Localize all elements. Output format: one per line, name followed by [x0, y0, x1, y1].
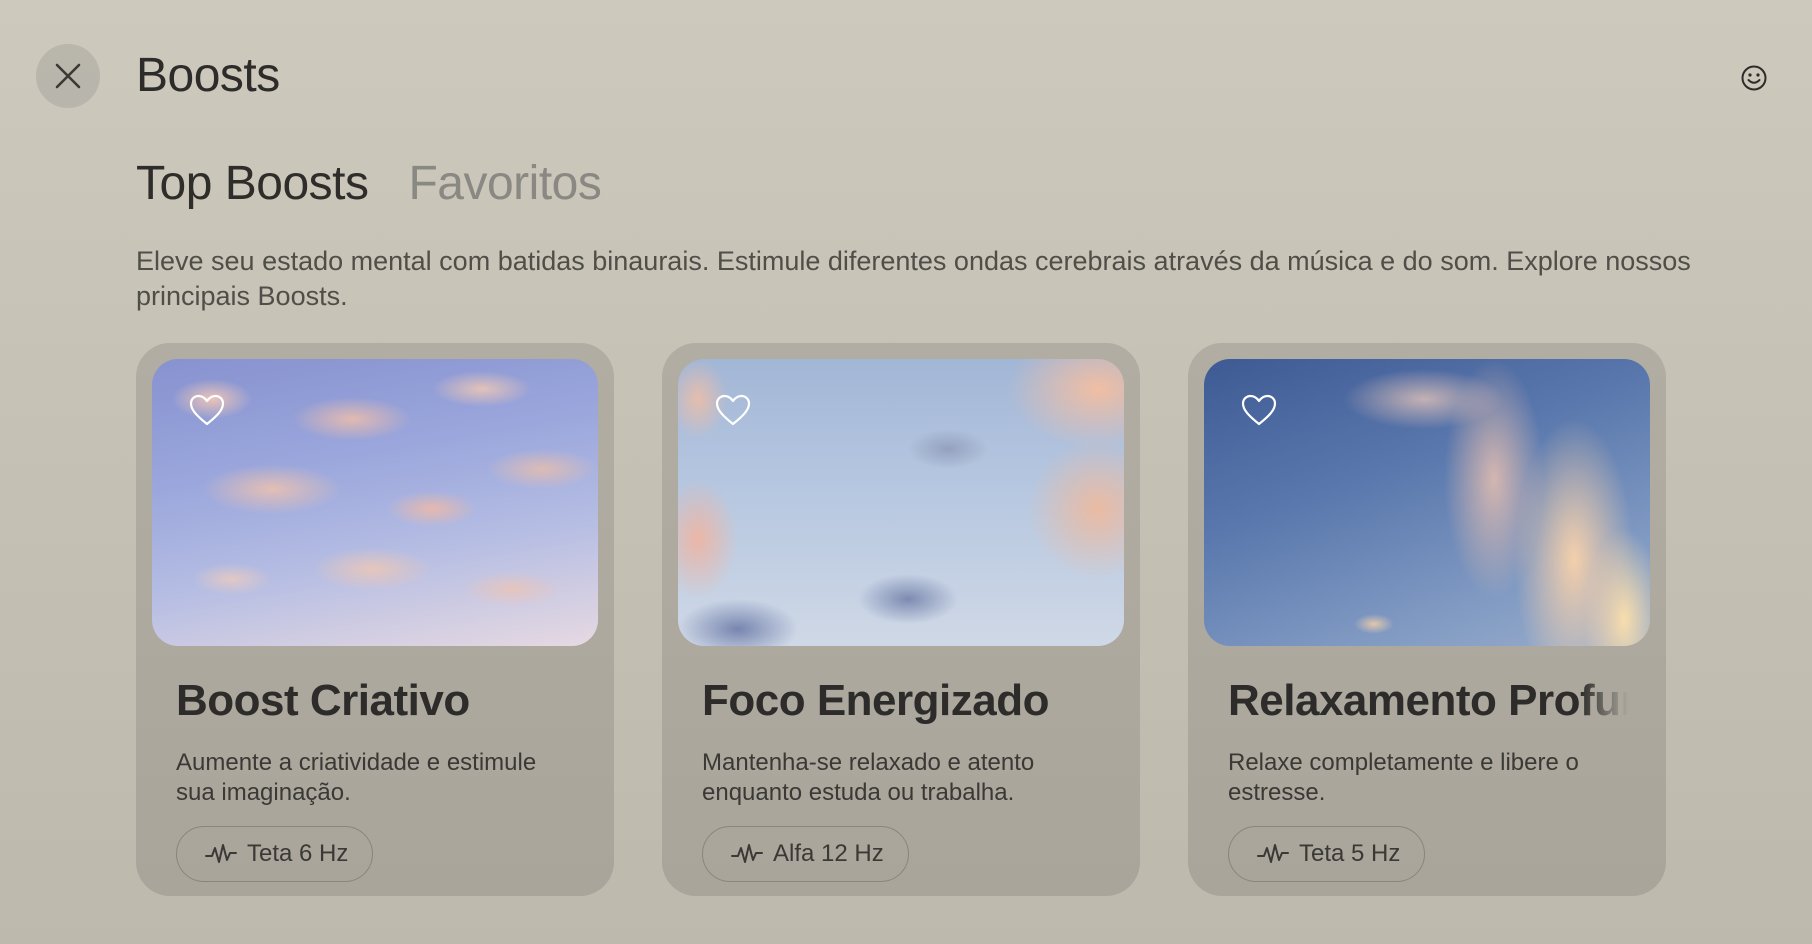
heart-outline-icon	[715, 394, 751, 426]
boost-card-relaxamento-profundo[interactable]: Relaxamento Profundo Relaxe completament…	[1188, 343, 1666, 896]
card-description: Mantenha-se relaxado e atento enquanto e…	[702, 749, 1035, 806]
smiley-icon	[1741, 65, 1767, 91]
waveform-icon	[731, 844, 763, 863]
tab-bar: Top Boosts Favoritos	[136, 156, 602, 211]
boost-card-boost-criativo[interactable]: Boost Criativo Aumente a criatividade e …	[136, 343, 614, 896]
frequency-label: Alfa 12 Hz	[773, 840, 884, 867]
heart-outline-icon	[189, 394, 225, 426]
frequency-label: Teta 5 Hz	[1299, 840, 1401, 867]
tab-top-boosts[interactable]: Top Boosts	[136, 156, 369, 211]
page-title: Boosts	[136, 49, 280, 102]
card-title: Relaxamento Profundo	[1228, 676, 1628, 725]
tab-favoritos[interactable]: Favoritos	[408, 156, 601, 211]
close-button[interactable]	[36, 44, 100, 108]
boost-card-foco-energizado[interactable]: Foco Energizado Mantenha-se relaxado e a…	[662, 343, 1140, 896]
card-title: Foco Energizado	[702, 676, 1049, 725]
favorite-button[interactable]	[714, 391, 752, 429]
card-title: Boost Criativo	[176, 676, 470, 725]
favorite-button[interactable]	[188, 391, 226, 429]
boost-card-list: Boost Criativo Aumente a criatividade e …	[136, 343, 1666, 896]
waveform-icon	[1257, 844, 1289, 863]
frequency-label: Teta 6 Hz	[247, 840, 349, 867]
frequency-chip[interactable]: Teta 6 Hz	[176, 826, 374, 882]
frequency-chip[interactable]: Alfa 12 Hz	[702, 826, 909, 882]
card-image	[152, 359, 598, 646]
card-image	[678, 359, 1124, 646]
favorite-button[interactable]	[1240, 391, 1278, 429]
card-description: Aumente a criatividade e estimule sua im…	[176, 749, 537, 806]
heart-outline-icon	[1241, 394, 1277, 426]
feedback-button[interactable]	[1736, 60, 1772, 96]
card-description: Relaxe completamente e libere o estresse…	[1228, 749, 1579, 806]
waveform-icon	[205, 844, 237, 863]
card-image	[1204, 359, 1650, 646]
close-icon	[55, 63, 81, 89]
page-description: Eleve seu estado mental com batidas bina…	[136, 246, 1691, 311]
frequency-chip[interactable]: Teta 5 Hz	[1228, 826, 1426, 882]
